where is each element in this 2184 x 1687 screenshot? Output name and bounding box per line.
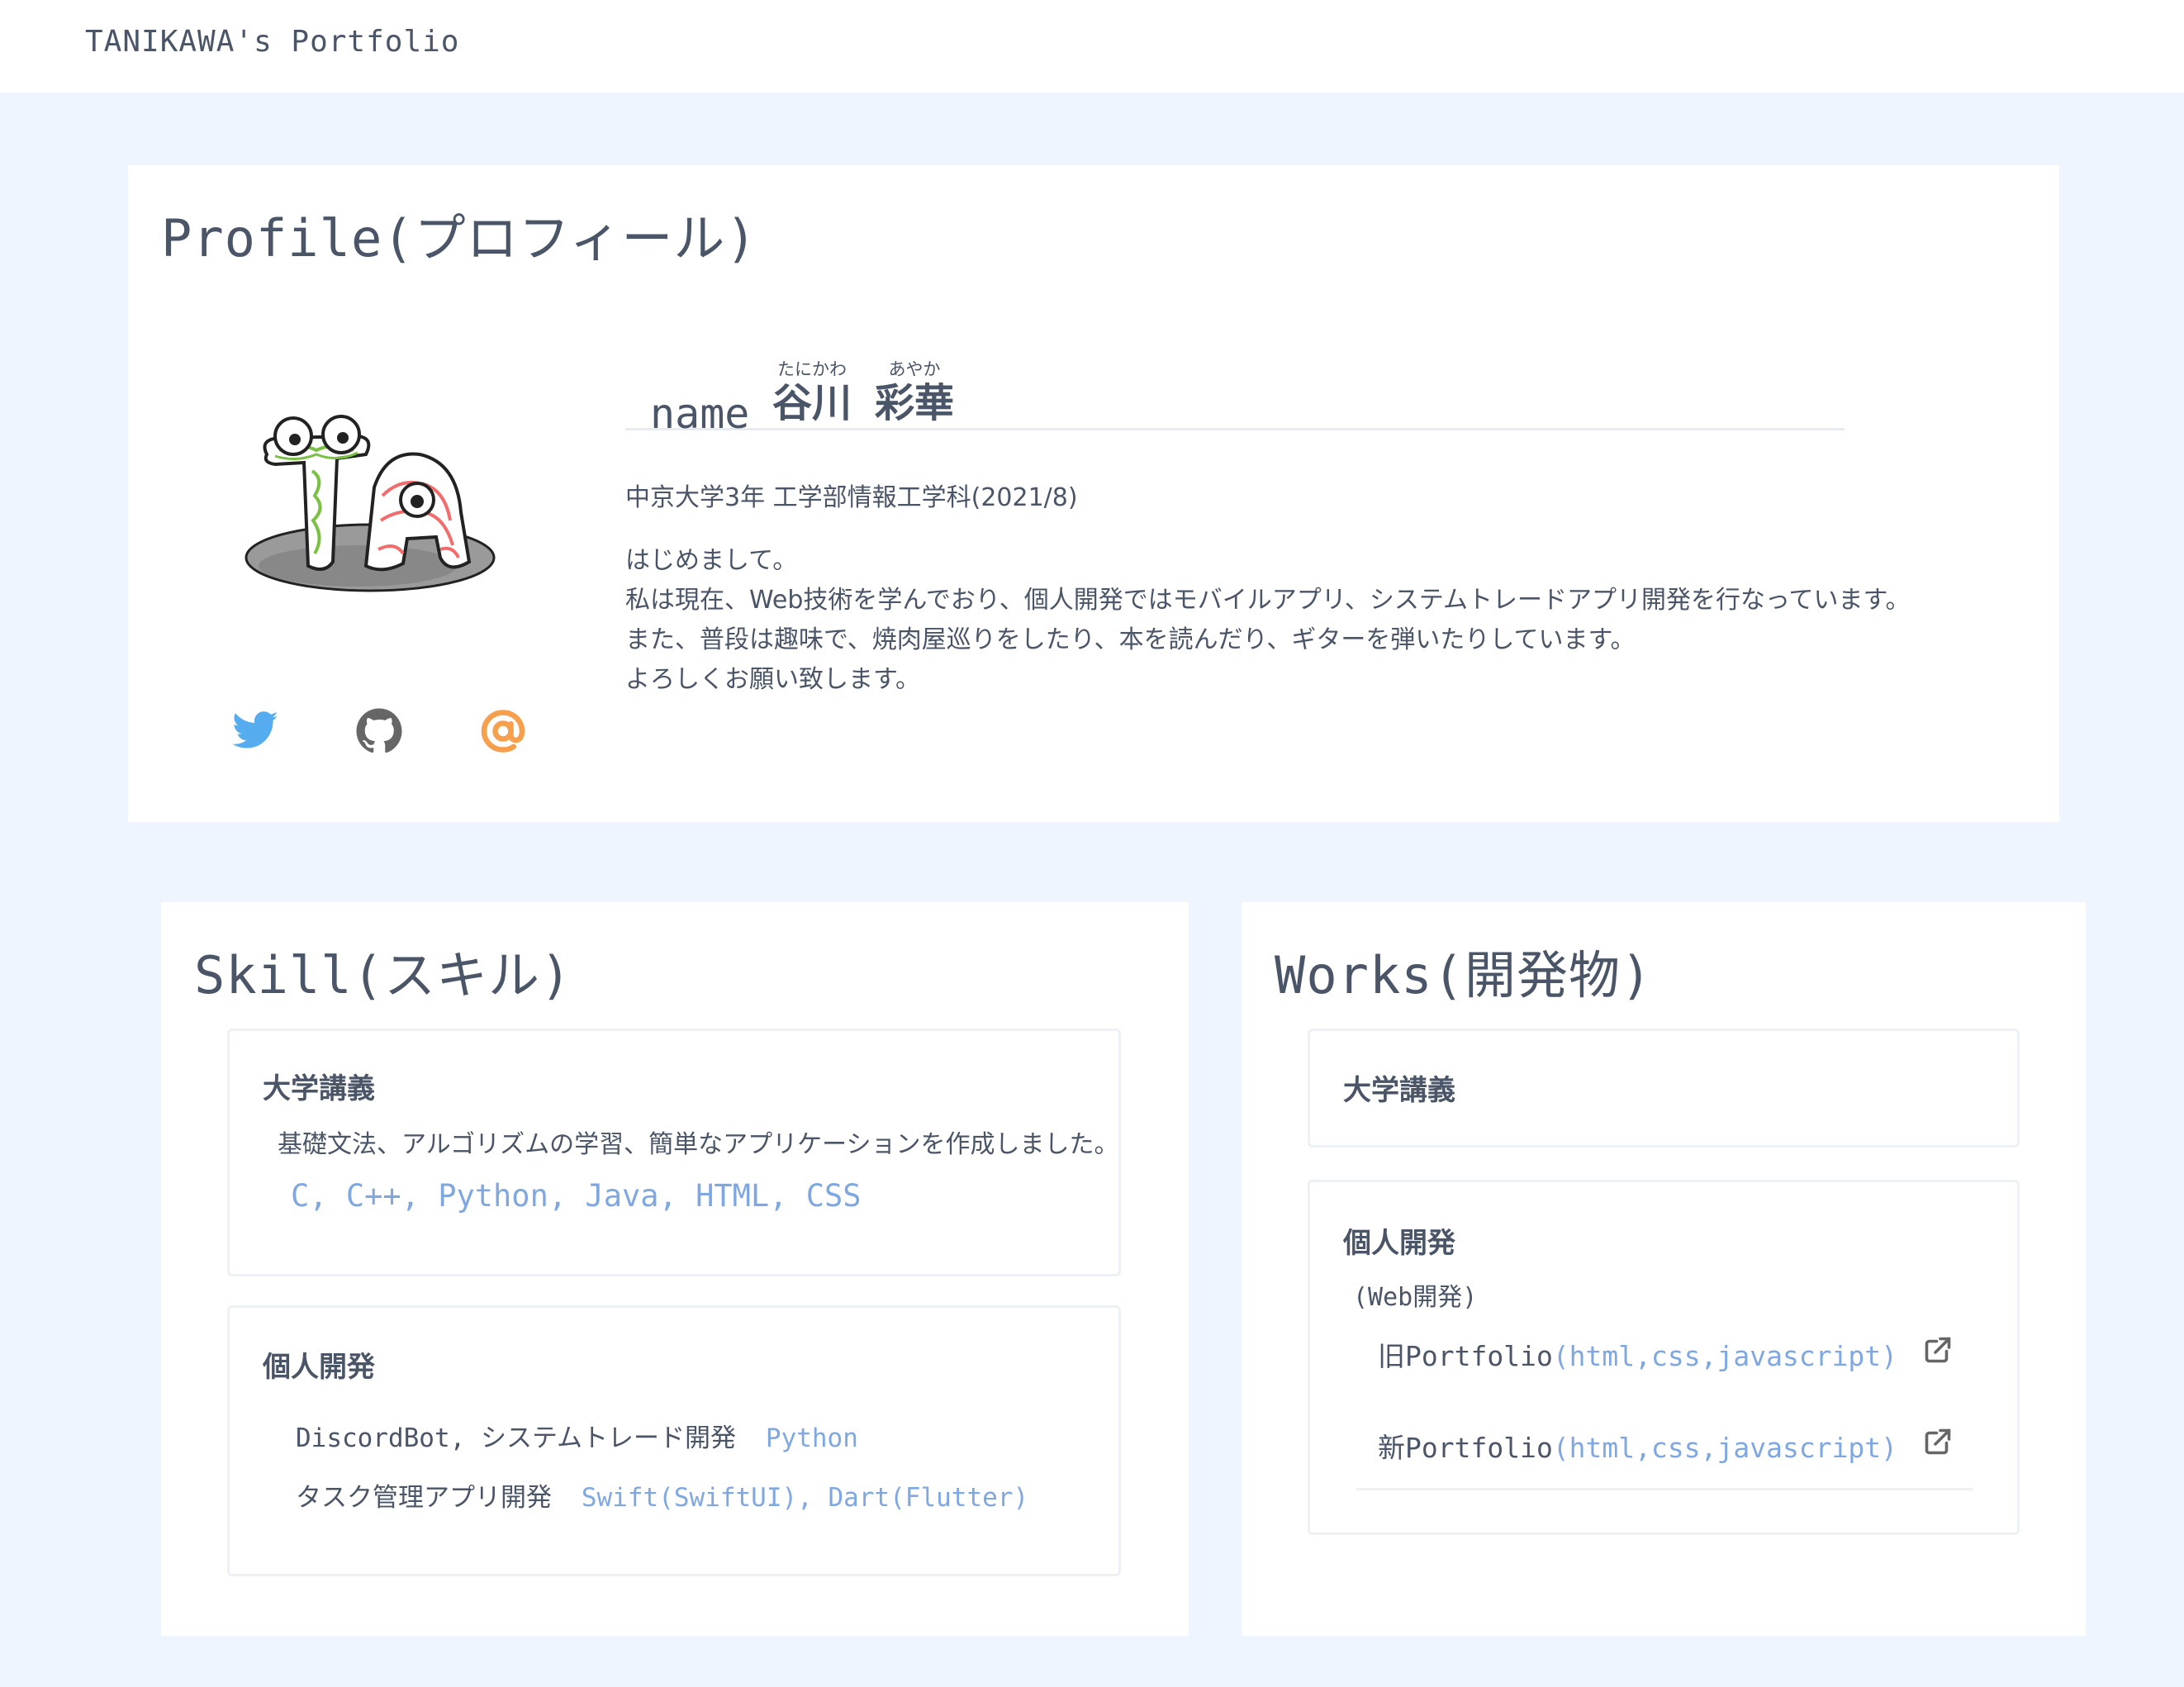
- affiliation: 中京大学3年 工学部情報工学科(2021/8): [625, 483, 1078, 512]
- skill-personal-item-tech: Swift(SwiftUI), Dart(Flutter): [581, 1483, 1029, 1513]
- works-divider: [1356, 1488, 1973, 1490]
- email-at-icon[interactable]: [478, 706, 528, 756]
- given-name-ruby: あやか: [888, 359, 941, 379]
- site-header: TANIKAWA's Portfolio: [0, 0, 2184, 93]
- skill-personal-item: タスク管理アプリ開発 Swift(SwiftUI), Dart(Flutter): [296, 1476, 1028, 1514]
- skill-personal-item-tech: Python: [765, 1423, 858, 1453]
- skill-personal-heading: 個人開発: [263, 1351, 375, 1384]
- twitter-icon[interactable]: [230, 706, 280, 756]
- skill-personal-item-label: タスク管理アプリ開発: [296, 1483, 552, 1513]
- works-title: Works(開発物): [1275, 945, 1653, 1005]
- profile-title: Profile(プロフィール): [161, 208, 757, 268]
- works-item-tech: (html,css,javascript): [1552, 1340, 1898, 1372]
- external-link-icon[interactable]: [1923, 1427, 1953, 1457]
- intro-line: よろしくお願い致します。: [625, 665, 920, 694]
- works-section: Works(開発物) 大学講義 個人開発 (Web開発) 旧Portfolio(…: [1242, 902, 2086, 1636]
- skill-university-heading: 大学講義: [263, 1072, 375, 1105]
- works-university-heading: 大学講義: [1343, 1074, 1455, 1107]
- works-personal-heading: 個人開発: [1343, 1227, 1455, 1260]
- external-link-icon[interactable]: [1923, 1335, 1953, 1365]
- avatar: [245, 415, 496, 592]
- skill-section: Skill(スキル) 大学講義 基礎文法、アルゴリズムの学習、簡単なアプリケーシ…: [161, 902, 1189, 1636]
- profile-section: Profile(プロフィール) name たにかわ 谷川 あやか 彩華 中京大学…: [128, 165, 2059, 822]
- intro-line: 私は現在、Web技術を学んでおり、個人開発ではモバイルアプリ、システムトレードア…: [625, 586, 1911, 615]
- works-personal-category: (Web開発): [1353, 1283, 1478, 1312]
- skill-title: Skill(スキル): [194, 945, 572, 1005]
- works-university-card: 大学講義: [1308, 1029, 2020, 1148]
- name-row: name たにかわ 谷川 あやか 彩華: [625, 347, 1845, 438]
- works-item-label[interactable]: 新Portfolio: [1378, 1432, 1553, 1464]
- skill-university-card: 大学講義 基礎文法、アルゴリズムの学習、簡単なアプリケーションを作成しました。 …: [227, 1029, 1121, 1276]
- site-title[interactable]: TANIKAWA's Portfolio: [85, 25, 459, 59]
- given-name: あやか 彩華: [875, 359, 954, 426]
- family-name: たにかわ 谷川: [772, 359, 852, 426]
- works-item-tech: (html,css,javascript): [1552, 1432, 1898, 1464]
- works-item-label[interactable]: 旧Portfolio: [1378, 1340, 1553, 1372]
- works-item[interactable]: 旧Portfolio(html,css,javascript): [1378, 1334, 1897, 1374]
- skill-university-languages: C, C++, Python, Java, HTML, CSS: [291, 1178, 862, 1214]
- name-label: name: [650, 390, 750, 438]
- family-name-text: 谷川: [772, 380, 852, 426]
- intro-line: また、普段は趣味で、焼肉屋巡りをしたり、本を読んだり、ギターを弾いたりしています…: [625, 625, 1636, 654]
- skill-university-description: 基礎文法、アルゴリズムの学習、簡単なアプリケーションを作成しました。: [278, 1130, 1119, 1159]
- given-name-text: 彩華: [875, 380, 955, 426]
- github-icon[interactable]: [354, 706, 404, 756]
- works-personal-card: 個人開発 (Web開発) 旧Portfolio(html,css,javascr…: [1308, 1180, 2020, 1535]
- works-item[interactable]: 新Portfolio(html,css,javascript): [1378, 1426, 1897, 1466]
- family-name-ruby: たにかわ: [777, 359, 847, 379]
- intro-line: はじめまして。: [625, 546, 798, 575]
- skill-personal-item-label: DiscordBot, システムトレード開発: [296, 1423, 737, 1453]
- skill-personal-item: DiscordBot, システムトレード開発 Python: [296, 1417, 858, 1454]
- skill-personal-card: 個人開発 DiscordBot, システムトレード開発 Python タスク管理…: [227, 1305, 1121, 1576]
- intro-text: はじめまして。 私は現在、Web技術を学んでおり、個人開発ではモバイルアプリ、シ…: [625, 541, 1947, 700]
